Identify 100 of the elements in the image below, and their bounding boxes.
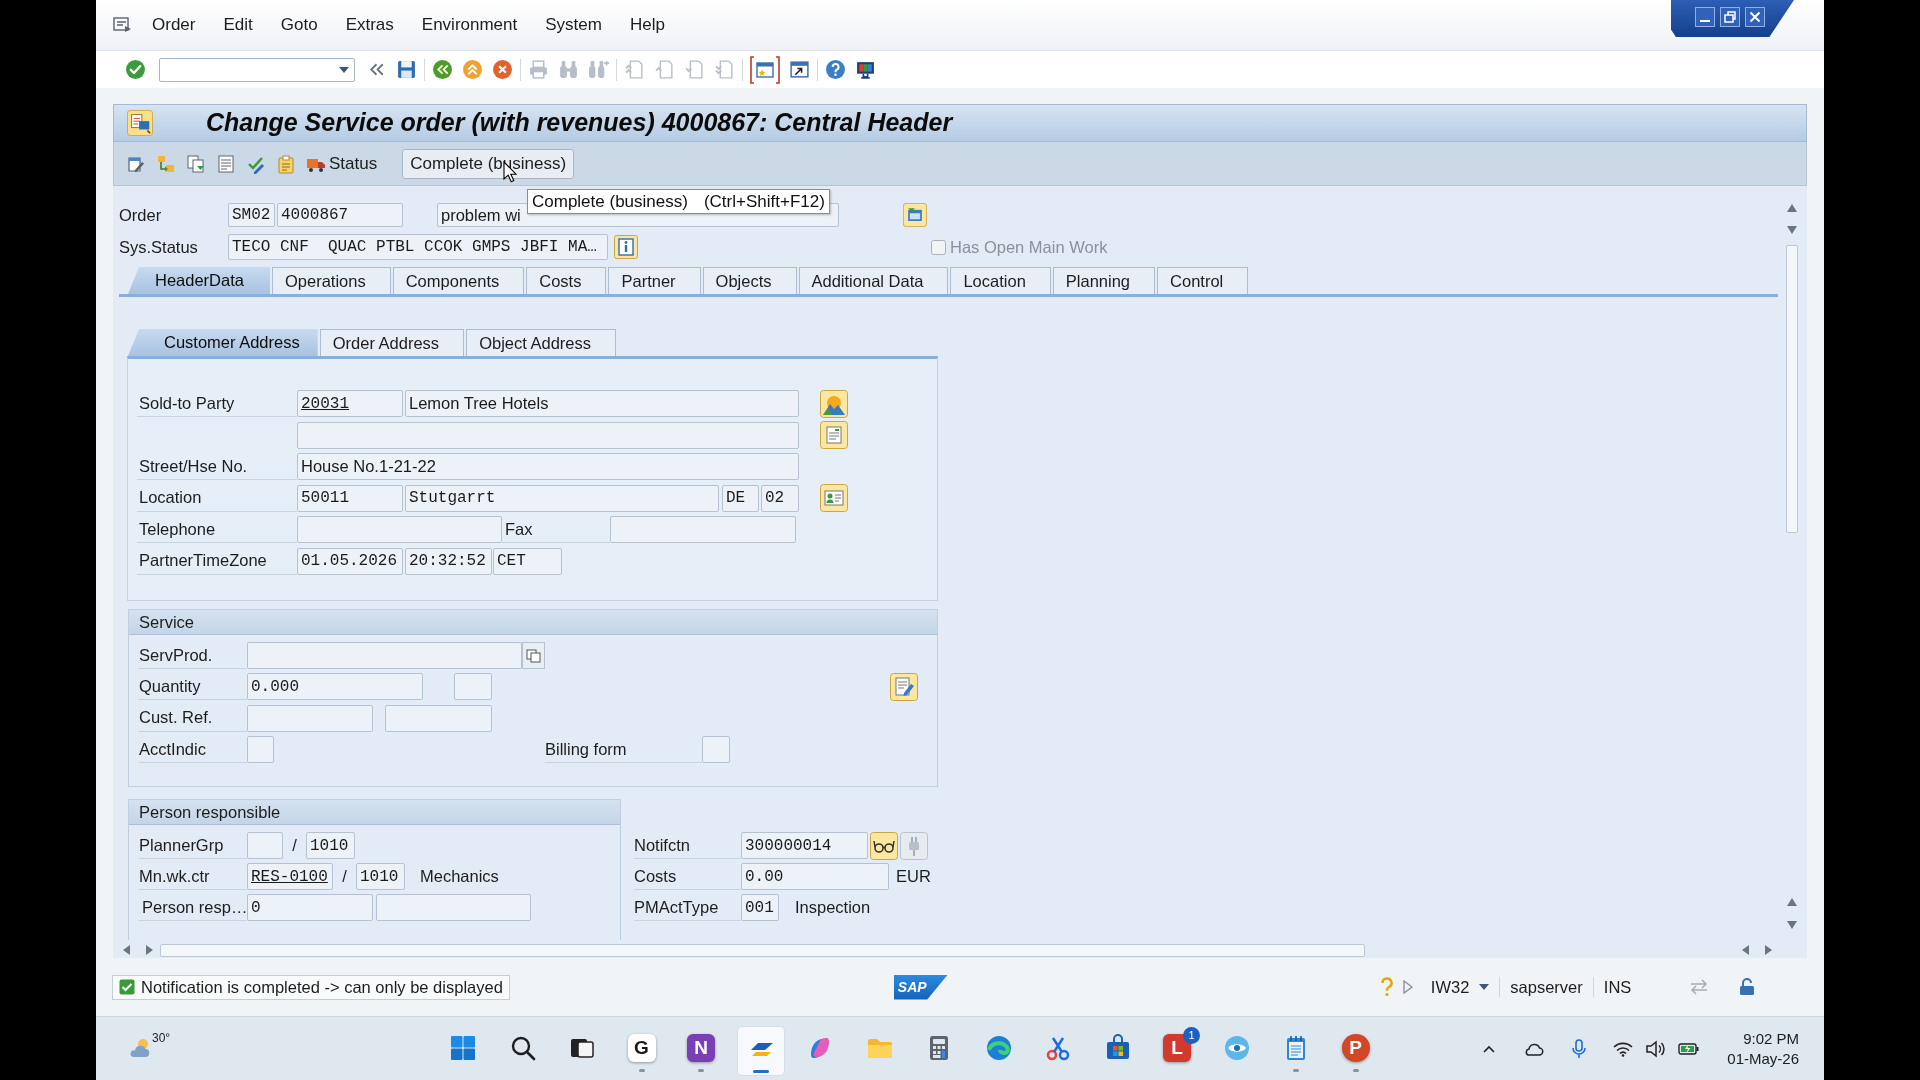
monitor-icon[interactable] <box>855 59 876 80</box>
scroll-up-icon[interactable] <box>1786 898 1797 906</box>
glasses-icon[interactable] <box>870 831 898 860</box>
scroll-down-icon[interactable] <box>1786 226 1797 234</box>
service-product-field[interactable] <box>247 642 522 669</box>
clock-date[interactable]: 01-May-26 <box>1727 1049 1799 1069</box>
work-center-field[interactable]: RES-0100 <box>247 863 333 890</box>
menu-item[interactable]: System <box>545 12 602 38</box>
name-field[interactable] <box>297 421 799 449</box>
close-icon[interactable] <box>1745 7 1765 27</box>
name-field[interactable]: Lemon Tree Hotels <box>405 390 799 417</box>
menu-item[interactable]: Help <box>629 12 665 38</box>
hierarchy-icon[interactable] <box>156 153 176 174</box>
billing-form-field[interactable] <box>702 735 730 763</box>
status-button[interactable]: Status <box>306 150 378 177</box>
partner-number-field[interactable]: 20031 <box>297 390 403 417</box>
reference-field[interactable] <box>247 704 373 732</box>
menu-item[interactable]: Extras <box>345 12 394 38</box>
planner-group-field[interactable] <box>247 832 283 859</box>
order-number-field[interactable]: 4000867 <box>277 203 403 227</box>
menu-item[interactable]: Edit <box>223 12 253 38</box>
city-field[interactable]: Stutgarrt <box>405 484 719 512</box>
person-field[interactable]: 0 <box>247 894 373 921</box>
caret-icon[interactable] <box>1479 984 1490 990</box>
tab[interactable]: Components <box>392 267 525 294</box>
scroll-right-icon[interactable] <box>1764 945 1772 955</box>
complete-button[interactable]: Complete (business) <box>402 148 575 179</box>
menu-item[interactable]: Goto <box>280 12 318 38</box>
new-window-icon[interactable] <box>750 55 780 84</box>
notification-field[interactable]: 300000014 <box>741 832 868 859</box>
list-document-icon[interactable] <box>216 153 236 174</box>
clipboard-icon[interactable] <box>276 153 296 174</box>
cancel-icon[interactable] <box>492 59 513 80</box>
postal-code-field[interactable]: 50011 <box>297 484 403 512</box>
costs-field[interactable]: 0.00 <box>741 863 889 890</box>
copy-documents-icon[interactable] <box>186 153 206 174</box>
window-icon[interactable] <box>903 203 927 227</box>
taskbar-button[interactable]: L 1 <box>1153 1026 1201 1076</box>
sun-cloud-icon[interactable] <box>128 1037 152 1059</box>
landscape-icon[interactable] <box>820 389 848 418</box>
account-indicator-field[interactable] <box>247 735 274 763</box>
quantity-field[interactable]: 0.000 <box>247 673 423 701</box>
tab[interactable]: Costs <box>526 267 607 294</box>
contact-card-icon[interactable] <box>820 484 848 512</box>
time-field[interactable]: 20:32:52 <box>405 547 492 575</box>
volume-icon[interactable] <box>1645 1040 1666 1058</box>
country-field[interactable]: DE <box>722 484 759 512</box>
activity-type-field[interactable]: 001 <box>741 894 779 921</box>
up-chevrons-icon[interactable] <box>462 59 483 80</box>
reference-field[interactable] <box>385 704 492 732</box>
person-name-field[interactable] <box>376 894 531 921</box>
taskbar-button[interactable]: N <box>677 1026 725 1076</box>
scroll-down-icon[interactable] <box>1786 921 1797 929</box>
code-field[interactable]: 02 <box>761 484 799 512</box>
tab[interactable]: Object Address <box>466 329 616 356</box>
tab[interactable]: Partner <box>608 267 701 294</box>
taskbar-button[interactable]: G <box>617 1026 666 1076</box>
back-icon[interactable] <box>432 59 453 80</box>
tab[interactable]: Control <box>1157 267 1249 294</box>
clock-time[interactable]: 9:02 PM <box>1743 1029 1799 1049</box>
document-icon[interactable] <box>820 421 848 449</box>
tab[interactable]: Additional Data <box>798 267 949 294</box>
check-icon[interactable] <box>125 59 146 80</box>
edit-note-icon[interactable] <box>890 672 918 701</box>
unit-field[interactable] <box>454 673 492 701</box>
tab[interactable]: Objects <box>702 267 797 294</box>
minimize-icon[interactable] <box>1695 7 1715 27</box>
save-icon[interactable] <box>396 59 417 80</box>
help-icon[interactable] <box>1379 977 1394 997</box>
tab[interactable]: Customer Address <box>128 329 318 356</box>
tab[interactable]: Order Address <box>319 329 465 356</box>
menu-icon[interactable] <box>113 16 133 34</box>
tab[interactable]: Planning <box>1052 267 1156 294</box>
play-icon[interactable] <box>1402 980 1413 994</box>
scrollbar-thumb[interactable] <box>160 943 1365 957</box>
restore-icon[interactable] <box>1720 7 1740 27</box>
wifi-icon[interactable] <box>1613 1041 1634 1057</box>
tab[interactable]: Location <box>950 267 1051 294</box>
lock-icon[interactable] <box>1739 978 1756 996</box>
fax-field[interactable] <box>610 516 796 543</box>
street-field[interactable]: House No.1-21-22 <box>297 453 799 480</box>
taskbar-button[interactable]: P <box>1331 1026 1380 1076</box>
telephone-field[interactable] <box>297 516 502 543</box>
help-icon[interactable] <box>825 59 846 80</box>
tab[interactable]: Operations <box>272 267 391 294</box>
menu-item[interactable]: Order <box>152 12 196 38</box>
scroll-left-icon[interactable] <box>123 945 131 955</box>
time-zone-field[interactable]: CET <box>493 547 562 575</box>
plant-field[interactable]: 1010 <box>306 832 355 859</box>
swap-arrows-icon[interactable] <box>1689 979 1710 995</box>
tab[interactable]: HeaderData <box>128 267 270 294</box>
copy-icon[interactable] <box>522 642 545 669</box>
command-field[interactable] <box>159 57 355 82</box>
scrollbar-thumb[interactable] <box>1785 245 1798 533</box>
menu-item[interactable]: Environment <box>421 12 518 38</box>
scroll-left-icon[interactable] <box>1742 945 1750 955</box>
scroll-up-icon[interactable] <box>1786 204 1797 212</box>
order-type-field[interactable]: SM02 <box>228 203 275 227</box>
date-field[interactable]: 01.05.2026 <box>297 547 403 575</box>
plant-field[interactable]: 1010 <box>356 863 405 890</box>
